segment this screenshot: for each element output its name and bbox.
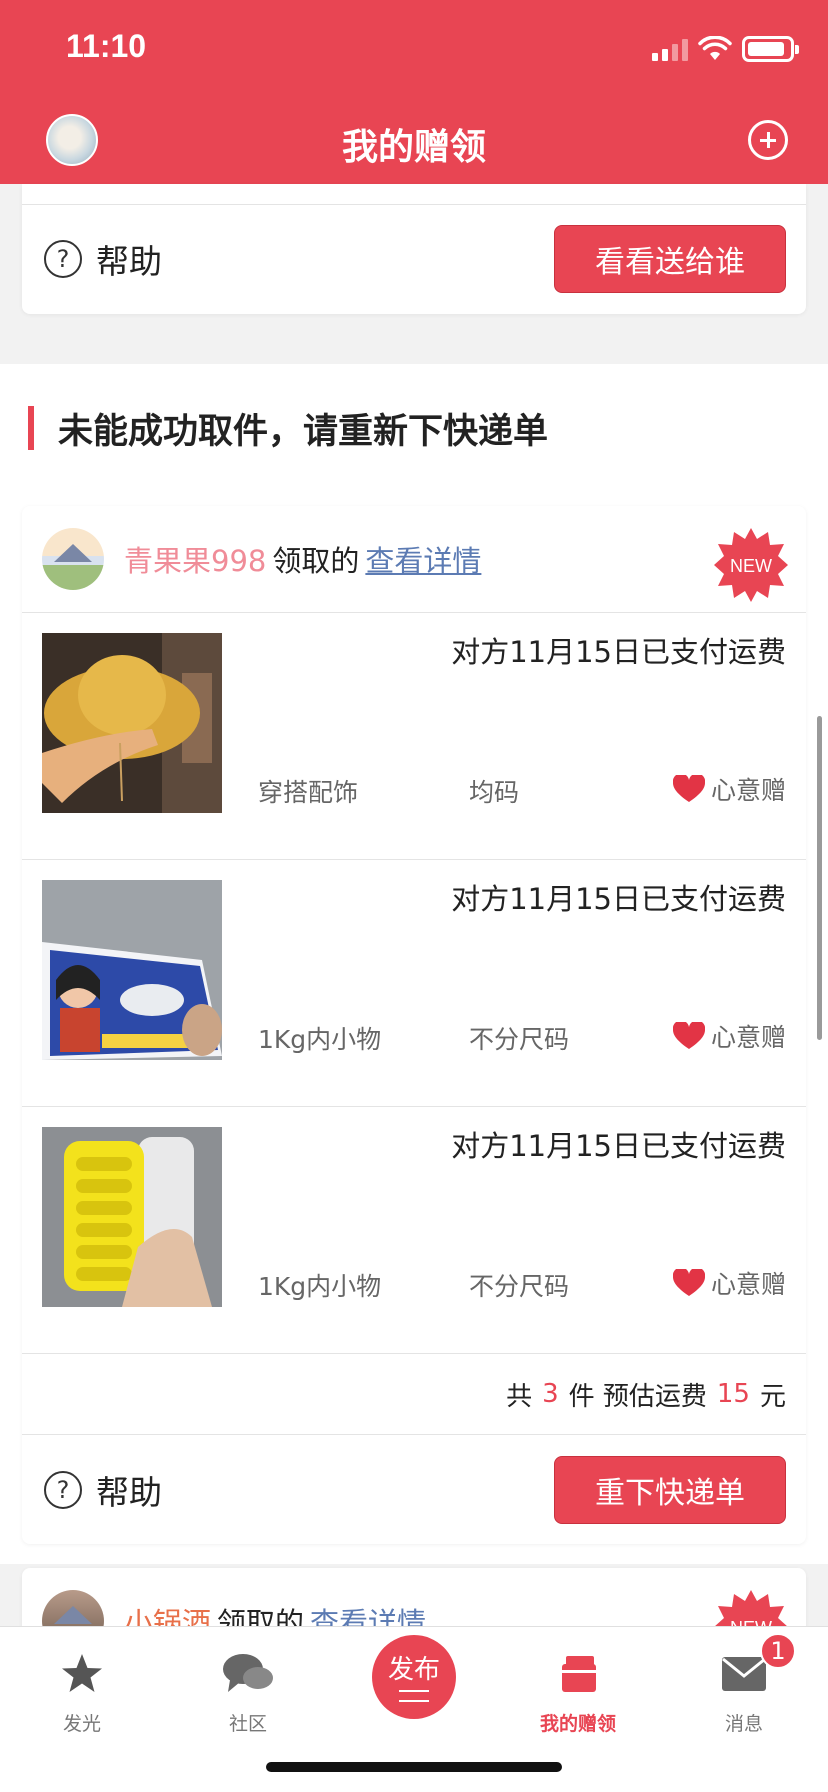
heart-icon xyxy=(672,1269,705,1296)
paid-status: 对方11月15日已支付运费 xyxy=(451,1129,786,1163)
wifi-icon xyxy=(698,36,732,60)
item-size: 均码 xyxy=(469,778,520,807)
order-item[interactable]: 对方11月15日已支付运费 1Kg内小物 不分尺码 心意赠 xyxy=(22,1107,806,1353)
order-card-header: 青果果998 领取的 查看详情 NEW xyxy=(22,506,806,612)
item-category: 1Kg内小物 xyxy=(258,1272,382,1301)
giver-name[interactable]: 青果果998 xyxy=(124,544,266,578)
order-header-text: 青果果998 领取的 查看详情 xyxy=(124,538,481,580)
item-category: 穿搭配饰 xyxy=(258,778,359,807)
total-unit: 件 预估运费 xyxy=(568,1381,707,1412)
paid-status: 对方11月15日已支付运费 xyxy=(451,635,786,669)
total-prefix: 共 xyxy=(506,1381,533,1412)
order-item[interactable]: 对方11月15日已支付运费 穿搭配饰 均码 心意赠 xyxy=(22,613,806,859)
tab-label: 我的赠领 xyxy=(539,1713,616,1735)
item-category: 1Kg内小物 xyxy=(258,1025,382,1054)
top-bar: 11:10 我的赠领 xyxy=(0,0,828,184)
publish-icon xyxy=(399,1690,429,1702)
section-title: 未能成功取件，请重新下快递单 xyxy=(28,406,548,452)
status-time: 11:10 xyxy=(66,28,147,64)
section-title-text: 未能成功取件，请重新下快递单 xyxy=(58,411,549,452)
question-icon: ? xyxy=(44,1471,82,1509)
reorder-shipping-button[interactable]: 重下快递单 xyxy=(554,1456,786,1524)
help-row: ? 帮助 看看送给谁 xyxy=(22,205,806,313)
new-badge-text: NEW xyxy=(730,556,772,576)
item-photo-hat xyxy=(42,633,222,813)
message-count-badge: 1 xyxy=(760,1633,796,1669)
item-size: 不分尺码 xyxy=(469,1025,570,1054)
scrollbar[interactable] xyxy=(817,716,822,1040)
item-size: 不分尺码 xyxy=(469,1272,570,1301)
tab-messages[interactable]: 消息 1 xyxy=(684,1633,804,1736)
page-title: 我的赠领 xyxy=(341,127,486,168)
help-label: 帮助 xyxy=(96,242,162,281)
item-photo-package xyxy=(42,880,222,1060)
order-item[interactable]: 对方11月15日已支付运费 1Kg内小物 不分尺码 心意赠 xyxy=(22,860,806,1106)
order-total: 共 3 件 预估运费 15 元 xyxy=(22,1354,806,1434)
giver-avatar[interactable] xyxy=(42,528,104,590)
help-label: 帮助 xyxy=(96,1473,162,1512)
status-icons xyxy=(652,36,799,62)
gift-box-icon xyxy=(518,1641,638,1707)
shipping-fee: 15 xyxy=(716,1379,750,1409)
add-button[interactable] xyxy=(748,120,788,160)
section-accent-bar xyxy=(28,406,34,450)
total-count: 3 xyxy=(542,1379,559,1409)
tab-glow[interactable]: 发光 xyxy=(22,1641,142,1736)
fee-currency: 元 xyxy=(759,1381,786,1412)
previous-order-card: ? 帮助 看看送给谁 xyxy=(22,184,806,314)
gift-label: 心意赠 xyxy=(710,776,786,805)
received-text: 领取的 xyxy=(272,544,360,578)
tab-label: 社区 xyxy=(228,1713,267,1735)
tab-community[interactable]: 社区 xyxy=(188,1641,308,1736)
order-card: 青果果998 领取的 查看详情 NEW 对方11月15日已支付运费 穿搭配饰 均码 … xyxy=(22,506,806,1544)
help-link[interactable]: ? 帮助 xyxy=(44,1466,162,1514)
gift-type: 心意赠 xyxy=(672,1018,786,1054)
battery-icon xyxy=(742,36,799,62)
gift-label: 心意赠 xyxy=(710,1023,786,1052)
help-link[interactable]: ? 帮助 xyxy=(44,235,162,283)
paid-status: 对方11月15日已支付运费 xyxy=(451,882,786,916)
help-row: ? 帮助 重下快递单 xyxy=(22,1435,806,1545)
tab-my-gifts[interactable]: 我的赠领 xyxy=(518,1641,638,1736)
see-who-button[interactable]: 看看送给谁 xyxy=(554,225,786,293)
item-photo-molds xyxy=(42,1127,222,1307)
question-icon: ? xyxy=(44,240,82,278)
signal-icon xyxy=(652,37,688,61)
chat-bubbles-icon xyxy=(188,1641,308,1707)
view-detail-link[interactable]: 查看详情 xyxy=(365,544,481,578)
gift-type: 心意赠 xyxy=(672,1265,786,1301)
heart-icon xyxy=(672,1022,705,1049)
gift-label: 心意赠 xyxy=(710,1270,786,1299)
star-icon xyxy=(22,1641,142,1707)
tab-label: 发光 xyxy=(62,1713,101,1735)
home-indicator xyxy=(266,1762,562,1772)
heart-icon xyxy=(672,775,705,802)
new-badge-icon: NEW xyxy=(714,528,788,602)
publish-button[interactable]: 发布 xyxy=(372,1635,456,1719)
tab-label: 消息 xyxy=(724,1713,763,1735)
publish-label: 发布 xyxy=(387,1655,440,1685)
gift-type: 心意赠 xyxy=(672,771,786,807)
